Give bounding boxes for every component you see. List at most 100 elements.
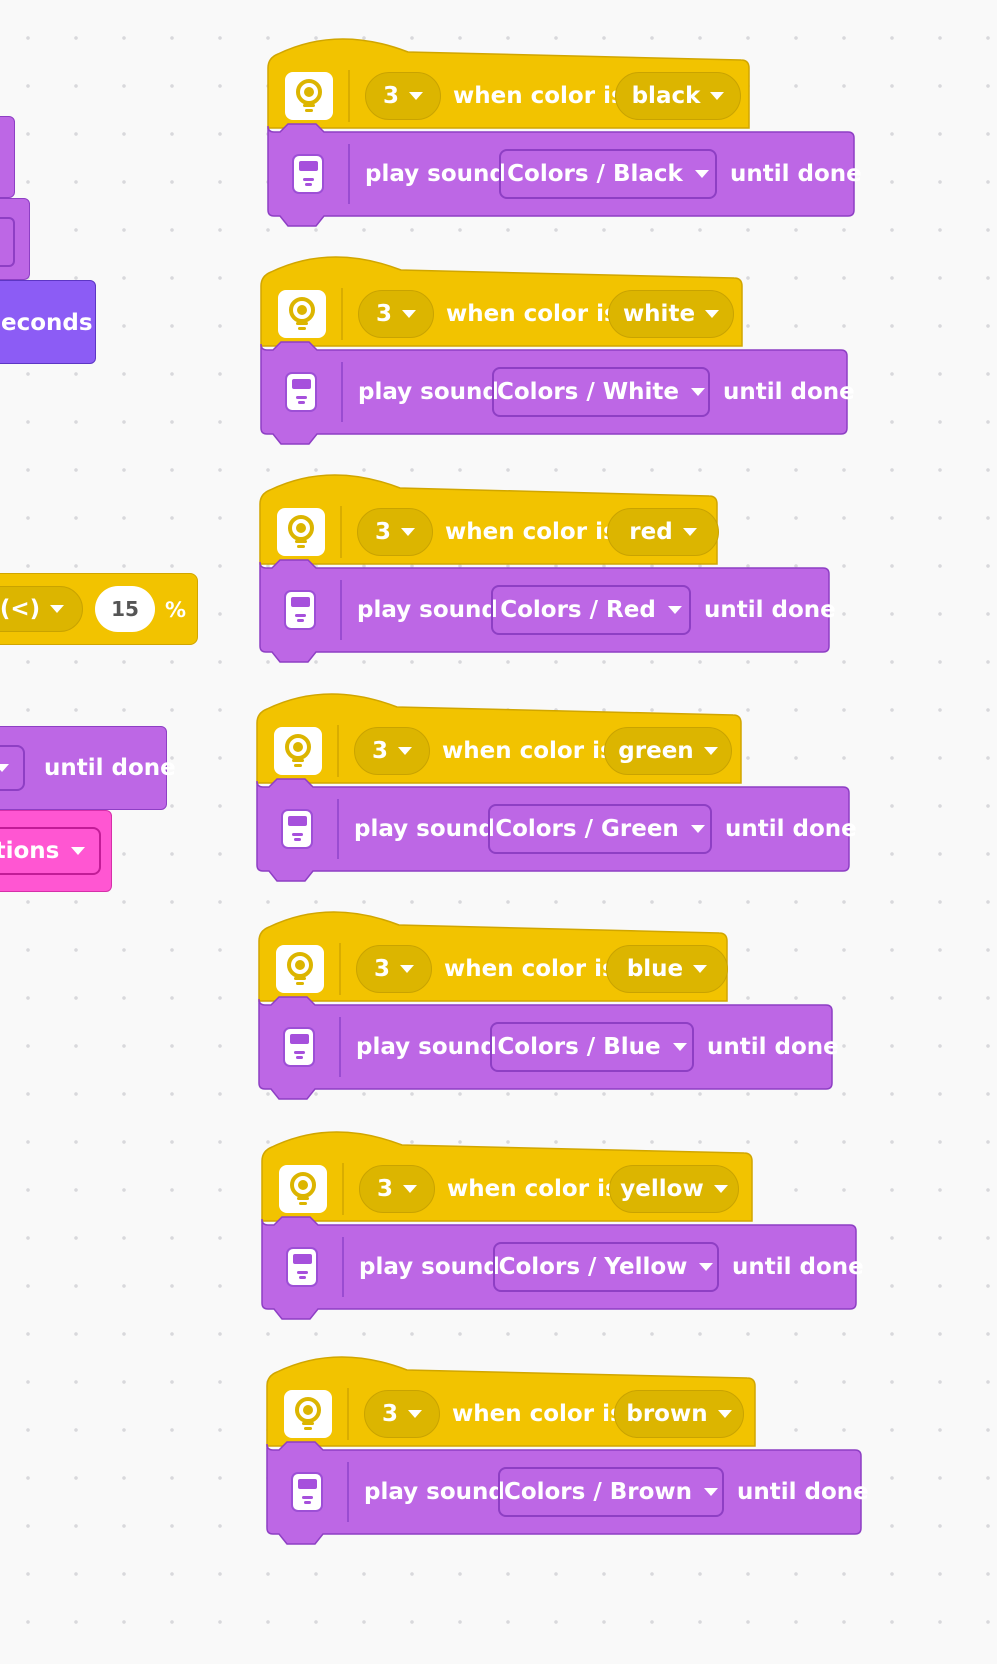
play-sound-label: play sound	[357, 597, 498, 623]
sound-dropdown[interactable]: Colors / Brown	[498, 1467, 724, 1517]
hub-icon	[284, 590, 316, 630]
partial-wait-seconds-block[interactable]: econds	[0, 280, 96, 364]
color-script-stack[interactable]: 3 when color is brown play sound Colors …	[266, 1353, 871, 1554]
port-dropdown[interactable]: 3	[365, 72, 441, 120]
sound-separator	[337, 799, 339, 859]
color-dropdown[interactable]: yellow	[609, 1165, 739, 1213]
color-script-stack[interactable]: 3 when color is red play sound Colors / …	[259, 471, 839, 672]
partial-play-sound-block[interactable]: until done	[0, 726, 176, 810]
port-label: 3	[373, 956, 390, 982]
port-label: 3	[381, 1401, 398, 1427]
color-dropdown[interactable]: white	[608, 290, 734, 338]
color-value: green	[618, 738, 694, 764]
chevron-down-icon	[50, 605, 65, 613]
play-sound-label: play sound	[354, 816, 495, 842]
sound-name: Colors / Black	[507, 161, 683, 187]
color-script-stack[interactable]: 3 when color is white play sound Colors …	[260, 253, 857, 454]
color-script-stack[interactable]: 3 when color is yellow play sound Colors…	[261, 1128, 866, 1329]
partial-sound-block-mid[interactable]	[0, 198, 30, 280]
partial-sound-block-top[interactable]	[0, 116, 15, 198]
partial-sound-dropdown[interactable]	[0, 745, 25, 791]
sound-name: Colors / Green	[495, 816, 679, 842]
color-script-stack[interactable]: 3 when color is green play sound Colors …	[256, 690, 859, 891]
sound-name: Colors / Brown	[503, 1479, 693, 1505]
when-color-is-label: when color is	[452, 1401, 624, 1427]
play-sound-label: play sound	[364, 1479, 505, 1505]
sound-dropdown[interactable]: Colors / White	[492, 367, 710, 417]
chevron-down-icon	[400, 965, 414, 973]
hub-icon	[285, 372, 317, 412]
chevron-down-icon	[713, 1185, 728, 1193]
chevron-down-icon	[403, 1185, 417, 1193]
animation-dropdown[interactable]: tions	[0, 827, 101, 875]
sound-name: Colors / Blue	[497, 1034, 661, 1060]
hub-icon	[281, 809, 313, 849]
port-dropdown[interactable]: 3	[359, 1165, 435, 1213]
color-sensor-icon	[276, 945, 324, 993]
sound-dropdown[interactable]: Colors / Green	[488, 804, 712, 854]
percent-sign: %	[165, 598, 187, 622]
hat-block-shape	[260, 256, 848, 445]
hat-separator	[339, 943, 341, 995]
color-script-stack[interactable]: 3 when color is blue play sound Colors /…	[258, 908, 842, 1109]
play-sound-label: play sound	[365, 161, 506, 187]
until-done-label: until done	[725, 816, 857, 842]
hub-icon	[292, 154, 324, 194]
sound-name: Colors / White	[496, 379, 680, 405]
color-sensor-icon	[285, 72, 333, 120]
sound-dropdown[interactable]: Colors / Red	[491, 585, 691, 635]
seconds-label: econds	[1, 310, 93, 336]
color-sensor-icon	[277, 508, 325, 556]
chevron-down-icon	[704, 1488, 719, 1496]
when-color-is-label: when color is	[447, 1176, 619, 1202]
operator-label: (<)	[0, 596, 41, 622]
hat-block-shape	[259, 474, 830, 663]
port-label: 3	[371, 738, 388, 764]
partial-animation-block[interactable]: tions	[0, 810, 112, 892]
sound-dropdown[interactable]: Colors / Black	[499, 149, 717, 199]
chevron-down-icon	[717, 1410, 732, 1418]
sound-separator	[347, 1462, 349, 1522]
chevron-down-icon	[398, 747, 412, 755]
color-script-stack[interactable]: 3 when color is black play sound Colors …	[267, 35, 864, 236]
port-label: 3	[376, 1176, 393, 1202]
chevron-down-icon	[705, 310, 720, 318]
color-dropdown[interactable]: blue	[606, 945, 728, 993]
color-dropdown[interactable]: brown	[614, 1390, 744, 1438]
chevron-down-icon	[691, 388, 706, 396]
hat-block-shape	[258, 911, 833, 1100]
port-dropdown[interactable]: 3	[354, 727, 430, 775]
compare-operator-dropdown[interactable]: (<)	[0, 586, 83, 632]
hat-block-shape	[261, 1131, 857, 1320]
play-sound-label: play sound	[359, 1254, 500, 1280]
color-dropdown[interactable]: red	[607, 508, 719, 556]
chevron-down-icon	[693, 965, 708, 973]
color-sensor-icon	[279, 1165, 327, 1213]
partial-color-compare-block[interactable]: (<) 15 %	[0, 573, 198, 645]
until-done-label: until done	[732, 1254, 864, 1280]
port-label: 3	[374, 519, 391, 545]
port-dropdown[interactable]: 3	[356, 945, 432, 993]
color-dropdown[interactable]: green	[604, 727, 732, 775]
chevron-down-icon	[401, 528, 415, 536]
percent-value-input[interactable]: 15	[95, 586, 155, 632]
hat-separator	[341, 288, 343, 340]
until-done-label: until done	[730, 161, 862, 187]
sound-separator	[342, 1237, 344, 1297]
port-dropdown[interactable]: 3	[358, 290, 434, 338]
chevron-down-icon	[409, 92, 423, 100]
port-dropdown[interactable]: 3	[357, 508, 433, 556]
color-dropdown[interactable]: black	[615, 72, 741, 120]
sound-dropdown[interactable]: Colors / Blue	[490, 1022, 694, 1072]
when-color-is-label: when color is	[444, 956, 616, 982]
hub-icon	[291, 1472, 323, 1512]
color-value: black	[631, 83, 701, 109]
port-dropdown[interactable]: 3	[364, 1390, 440, 1438]
sound-dropdown[interactable]: Colors / Yellow	[493, 1242, 719, 1292]
color-value: yellow	[620, 1176, 704, 1202]
when-color-is-label: when color is	[453, 83, 625, 109]
hat-separator	[348, 70, 350, 122]
chevron-down-icon	[71, 847, 86, 855]
chevron-down-icon	[682, 528, 697, 536]
color-sensor-icon	[274, 727, 322, 775]
